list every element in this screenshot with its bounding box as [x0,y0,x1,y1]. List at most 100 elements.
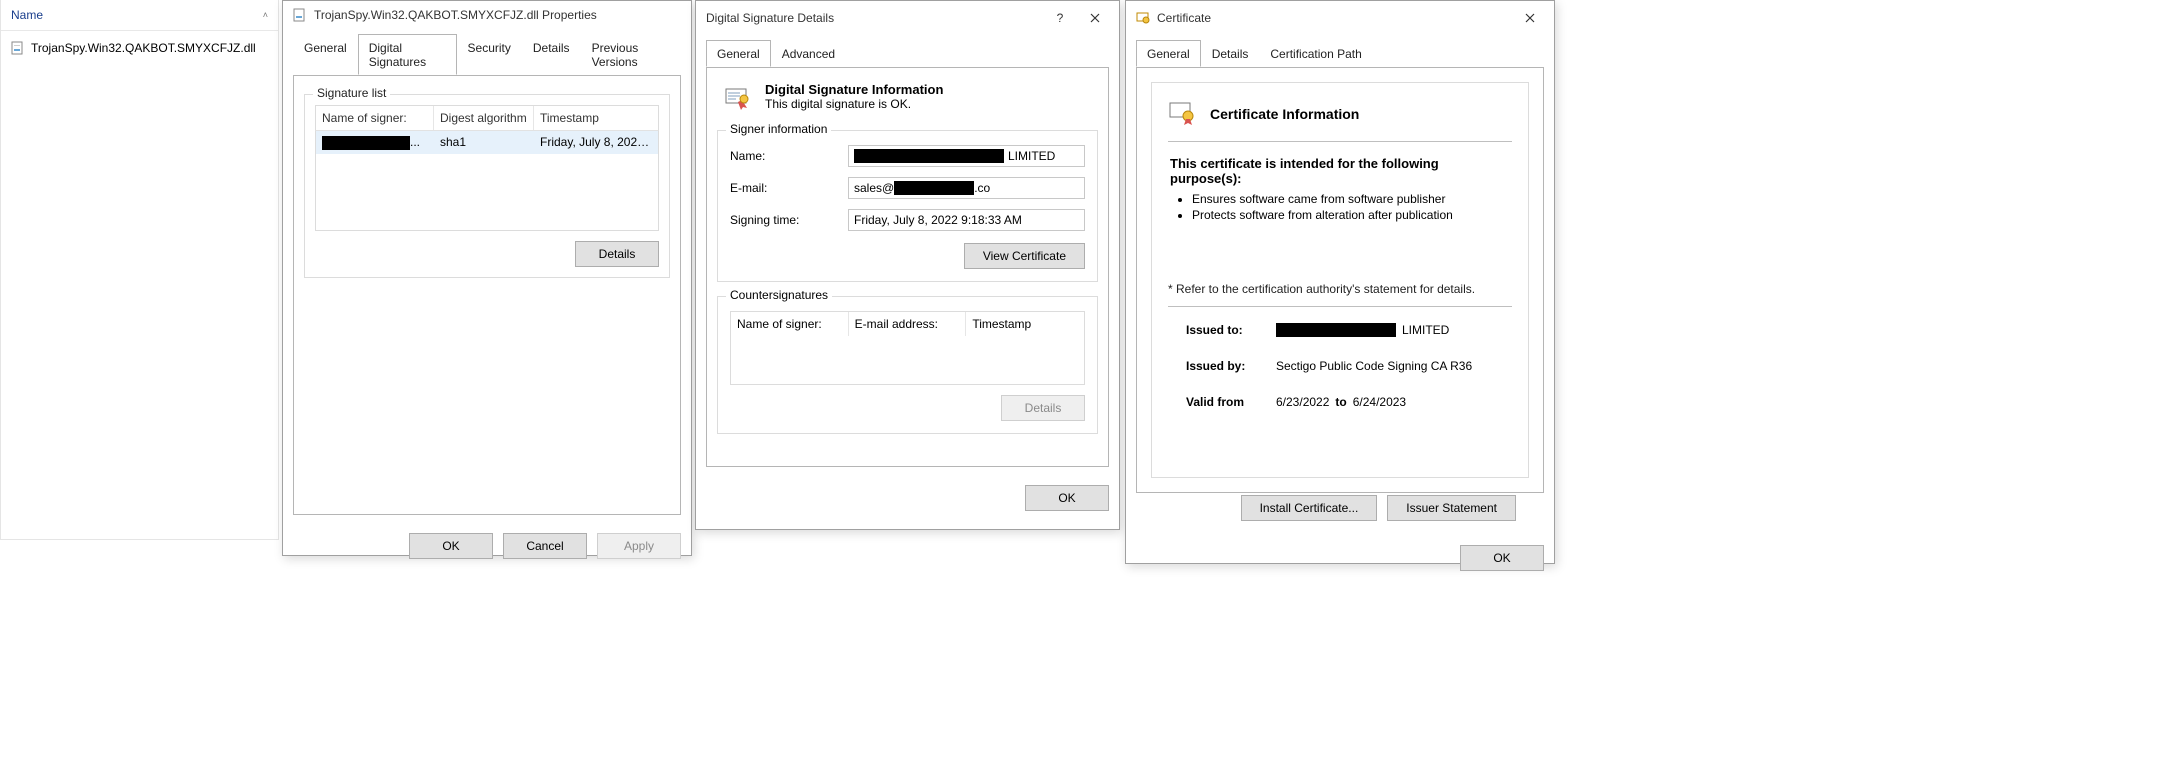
issued-to-suffix: LIMITED [1402,323,1449,337]
close-button[interactable] [1516,8,1544,28]
col-timestamp[interactable]: Timestamp [966,312,1084,336]
signer-cell: ... [316,131,434,154]
email-suffix: .co [974,181,990,195]
certificate-button-row: OK [1126,537,1554,581]
countersignature-details-button[interactable]: Details [1001,395,1085,421]
certificate-ribbon-icon [1168,99,1198,129]
col-email[interactable]: E-mail address: [849,312,967,336]
certificate-purpose: This certificate is intended for the fol… [1170,156,1510,222]
properties-dialog: TrojanSpy.Win32.QAKBOT.SMYXCFJZ.dll Prop… [282,0,692,556]
redacted-issued-to [1276,323,1396,337]
countersignatures-group: Countersignatures Name of signer: E-mail… [717,296,1098,434]
file-row[interactable]: TrojanSpy.Win32.QAKBOT.SMYXCFJZ.dll [1,31,278,65]
purpose-item: Ensures software came from software publ… [1192,192,1510,206]
signature-details-tabpage: Digital Signature Information This digit… [706,67,1109,467]
tab-previous-versions[interactable]: Previous Versions [581,34,681,75]
signing-time-field[interactable]: Friday, July 8, 2022 9:18:33 AM [848,209,1085,231]
signer-name-field[interactable]: LIMITED [848,145,1085,167]
certificate-dialog: Certificate General Details Certificatio… [1125,0,1555,564]
ok-button[interactable]: OK [1025,485,1109,511]
group-label: Signer information [726,122,831,136]
apply-button[interactable]: Apply [597,533,681,559]
cancel-button[interactable]: Cancel [503,533,587,559]
redacted-email-domain [894,181,974,195]
tab-general[interactable]: General [706,40,771,67]
certificate-title: Certificate [1157,11,1211,25]
col-timestamp[interactable]: Timestamp [534,106,658,130]
signer-ellipsis: ... [410,135,420,149]
col-digest[interactable]: Digest algorithm [434,106,534,130]
signature-details-button[interactable]: Details [575,241,659,267]
valid-to-value: 6/24/2023 [1353,395,1406,409]
signing-time-label: Signing time: [730,213,840,227]
col-signer[interactable]: Name of signer: [731,312,849,336]
close-icon [1525,13,1535,23]
tab-certification-path[interactable]: Certification Path [1259,40,1372,67]
refer-note: * Refer to the certification authority's… [1168,282,1512,307]
col-signer[interactable]: Name of signer: [316,106,434,130]
signer-information-group: Signer information Name: LIMITED E-mail:… [717,130,1098,282]
redacted-signer-name [854,149,1004,163]
tab-digital-signatures[interactable]: Digital Signatures [358,34,457,75]
email-prefix: sales@ [854,181,894,195]
certificate-ribbon-icon [721,82,755,116]
signing-time-value: Friday, July 8, 2022 9:18:33 AM [854,213,1022,227]
signature-list-group: Signature list Name of signer: Digest al… [304,94,670,278]
email-label: E-mail: [730,181,840,195]
certificate-tabs: General Details Certification Path [1126,40,1554,67]
sort-caret-icon: ˄ [263,10,268,20]
signer-name-suffix: LIMITED [1008,149,1055,163]
certificate-heading: Certificate Information [1210,106,1359,122]
digest-cell: sha1 [434,131,534,154]
certificate-tabpage: Certificate Information This certificate… [1136,67,1544,493]
ok-button[interactable]: OK [409,533,493,559]
group-label: Countersignatures [726,288,832,302]
properties-titlebar[interactable]: TrojanSpy.Win32.QAKBOT.SMYXCFJZ.dll Prop… [283,1,691,28]
timestamp-cell: Friday, July 8, 2022 9:... [534,131,658,154]
signature-info-status: This digital signature is OK. [765,97,911,111]
dll-file-icon [11,41,25,55]
tab-details[interactable]: Details [1201,40,1260,67]
signature-row[interactable]: ... sha1 Friday, July 8, 2022 9:... [316,131,658,154]
signature-info-header: Digital Signature Information This digit… [721,82,1094,116]
properties-tabpage: Signature list Name of signer: Digest al… [293,75,681,515]
help-button[interactable]: ? [1046,8,1074,28]
tab-general[interactable]: General [293,34,358,75]
signature-list-header: Name of signer: Digest algorithm Timesta… [315,105,659,131]
valid-from-label: Valid from [1186,395,1276,409]
issued-to-value: LIMITED [1276,323,1512,337]
tab-details[interactable]: Details [522,34,581,75]
explorer-pane: Name ˄ TrojanSpy.Win32.QAKBOT.SMYXCFJZ.d… [0,0,279,540]
close-button[interactable] [1081,8,1109,28]
countersignatures-list[interactable]: Name of signer: E-mail address: Timestam… [730,311,1085,385]
dll-file-icon [293,8,307,22]
ok-button[interactable]: OK [1460,545,1544,571]
valid-range: 6/23/2022 to 6/24/2023 [1276,395,1512,409]
column-header-name[interactable]: Name ˄ [1,0,278,31]
tab-general[interactable]: General [1136,40,1201,67]
signer-email-field[interactable]: sales@ .co [848,177,1085,199]
tab-advanced[interactable]: Advanced [771,40,846,67]
column-header-label: Name [11,8,43,22]
signature-details-tabs: General Advanced [696,40,1119,67]
certificate-icon [1136,11,1150,25]
issued-by-label: Issued by: [1186,359,1276,373]
signature-info-title: Digital Signature Information [765,82,943,97]
certificate-titlebar[interactable]: Certificate [1126,1,1554,34]
properties-title: TrojanSpy.Win32.QAKBOT.SMYXCFJZ.dll Prop… [314,8,597,22]
issuer-statement-button[interactable]: Issuer Statement [1387,495,1516,521]
signature-details-title: Digital Signature Details [706,11,834,25]
view-certificate-button[interactable]: View Certificate [964,243,1085,269]
to-label: to [1335,395,1346,409]
group-label: Signature list [313,86,390,100]
certificate-info-panel: Certificate Information This certificate… [1151,82,1529,478]
properties-button-row: OK Cancel Apply [283,525,691,569]
name-label: Name: [730,149,840,163]
purpose-item: Protects software from alteration after … [1192,208,1510,222]
signature-list[interactable]: ... sha1 Friday, July 8, 2022 9:... [315,131,659,231]
purpose-line: This certificate is intended for the fol… [1170,156,1439,186]
file-name: TrojanSpy.Win32.QAKBOT.SMYXCFJZ.dll [31,41,256,55]
signature-details-titlebar[interactable]: Digital Signature Details ? [696,1,1119,34]
tab-security[interactable]: Security [457,34,522,75]
install-certificate-button[interactable]: Install Certificate... [1241,495,1378,521]
